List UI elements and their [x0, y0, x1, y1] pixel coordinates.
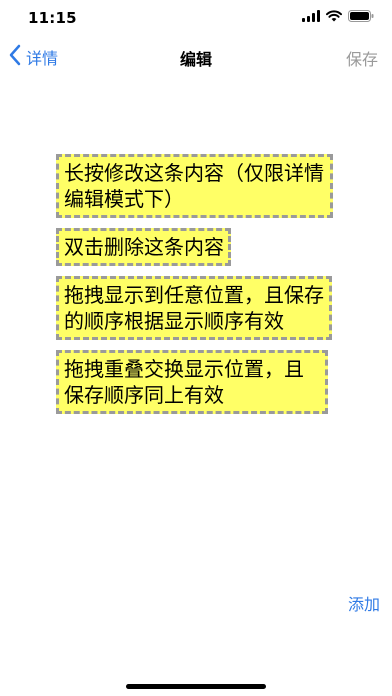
- note-item[interactable]: 双击删除这条内容: [56, 228, 231, 266]
- status-icons: [302, 10, 374, 22]
- signal-icon: [302, 10, 320, 22]
- add-button[interactable]: 添加: [348, 591, 380, 615]
- battery-icon: [348, 10, 374, 22]
- status-time: 11:15: [28, 9, 77, 27]
- home-indicator: [126, 684, 266, 689]
- wifi-icon: [326, 10, 342, 22]
- note-item[interactable]: 拖拽显示到任意位置，且保存的顺序根据显示顺序有效: [56, 276, 332, 340]
- save-button[interactable]: 保存: [346, 46, 378, 70]
- status-bar: 11:15: [0, 0, 392, 40]
- note-item[interactable]: 拖拽重叠交换显示位置，且保存顺序同上有效: [56, 350, 328, 414]
- note-item[interactable]: 长按修改这条内容（仅限详情编辑模式下）: [56, 154, 333, 218]
- navigation-bar: 详情 编辑 保存: [0, 40, 392, 74]
- note-list: 长按修改这条内容（仅限详情编辑模式下） 双击删除这条内容 拖拽显示到任意位置，且…: [56, 154, 346, 424]
- page-title: 编辑: [179, 50, 212, 69]
